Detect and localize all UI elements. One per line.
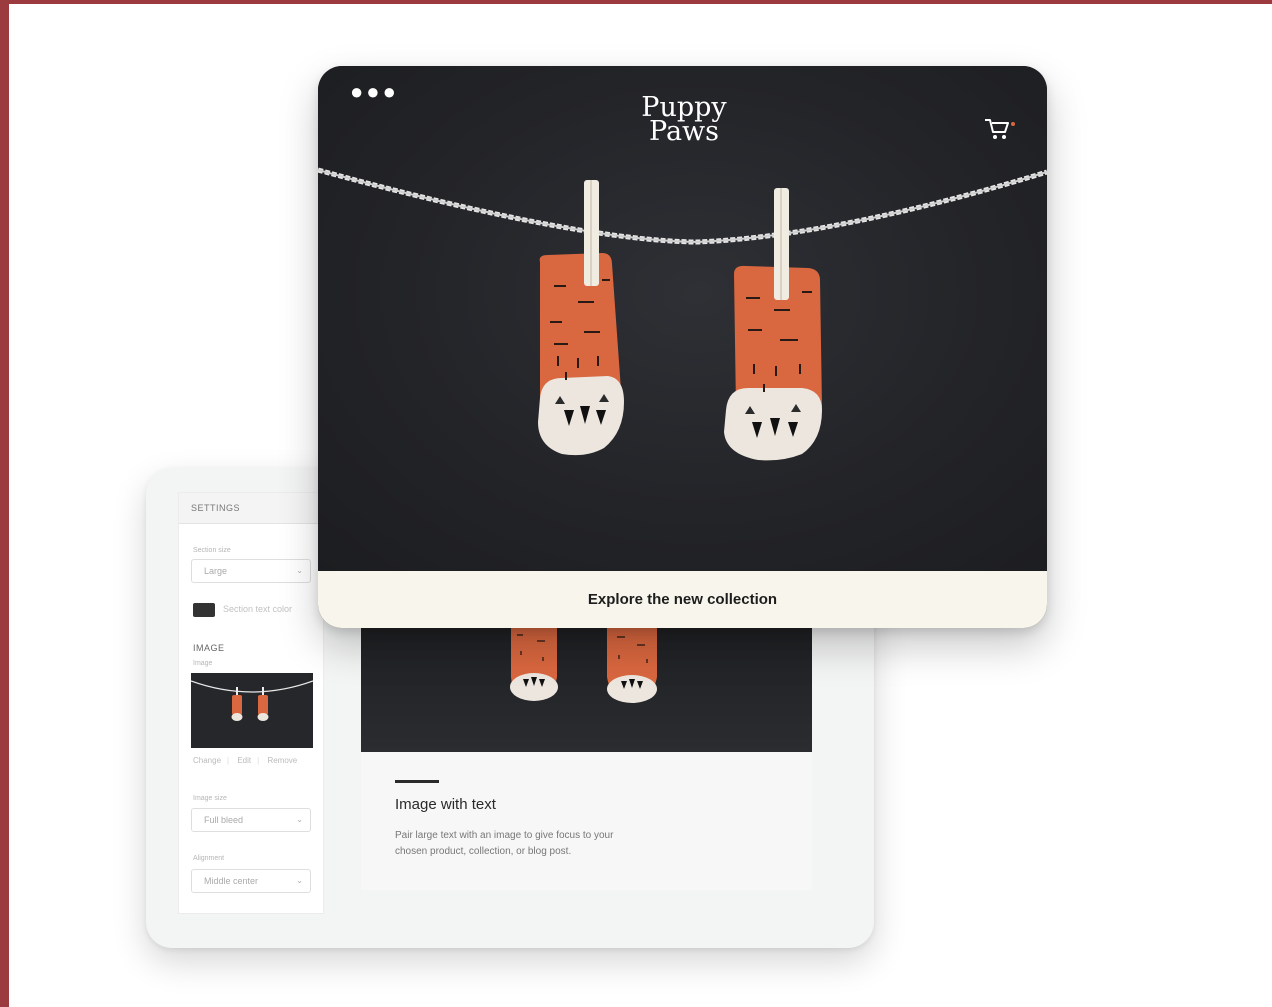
settings-title: SETTINGS — [179, 493, 323, 524]
storefront-card: ●●● Puppy Paws Explore the new collectio… — [318, 66, 1047, 628]
chevron-down-icon: ⌄ — [296, 876, 303, 885]
collection-caption[interactable]: Explore the new collection — [318, 571, 1047, 628]
layout-label: Image size — [193, 795, 227, 802]
image-thumbnail[interactable] — [191, 673, 313, 748]
image-actions: Change | Edit | Remove — [193, 756, 298, 765]
preview-socks-image — [510, 625, 657, 703]
preview-image — [361, 625, 812, 752]
alignment-select-value: Middle center — [204, 876, 259, 886]
remove-image-link[interactable]: Remove — [267, 756, 297, 765]
preview-text-block: Image with text Pair large text with an … — [361, 752, 812, 890]
hero-image: ●●● Puppy Paws — [318, 66, 1047, 571]
image-label: Image — [193, 660, 213, 667]
layout-select[interactable]: Full bleed ⌄ — [191, 808, 311, 832]
preview-body: Pair large text with an image to give fo… — [395, 830, 614, 857]
cart-icon[interactable] — [983, 116, 1017, 142]
alignment-label: Alignment — [193, 855, 225, 862]
color-label: Section text color — [223, 604, 293, 614]
logo-line-2: Paws — [648, 116, 720, 147]
preview-title: Image with text — [395, 796, 496, 813]
settings-panel: SETTINGS Section size Large ⌄ Section te… — [178, 492, 324, 914]
more-dots-icon[interactable]: ●●● — [350, 81, 399, 103]
change-image-link[interactable]: Change — [193, 756, 221, 765]
size-label: Section size — [193, 547, 231, 554]
chevron-down-icon: ⌄ — [296, 566, 303, 575]
image-section-title: IMAGE — [193, 643, 225, 653]
edit-image-link[interactable]: Edit — [237, 756, 251, 765]
alignment-select[interactable]: Middle center ⌄ — [191, 869, 311, 893]
thumbnail-sock-image — [191, 680, 313, 721]
size-select[interactable]: Large ⌄ — [191, 559, 311, 583]
frame-left-border — [0, 0, 9, 1007]
size-select-value: Large — [204, 566, 228, 576]
layout-select-value: Full bleed — [204, 815, 244, 825]
heading-accent-bar — [395, 780, 439, 783]
puppy-paws-logo[interactable]: Puppy Paws — [634, 94, 734, 147]
frame-top-border — [0, 0, 1272, 4]
color-swatch[interactable] — [193, 603, 215, 617]
chevron-down-icon: ⌄ — [296, 815, 303, 824]
